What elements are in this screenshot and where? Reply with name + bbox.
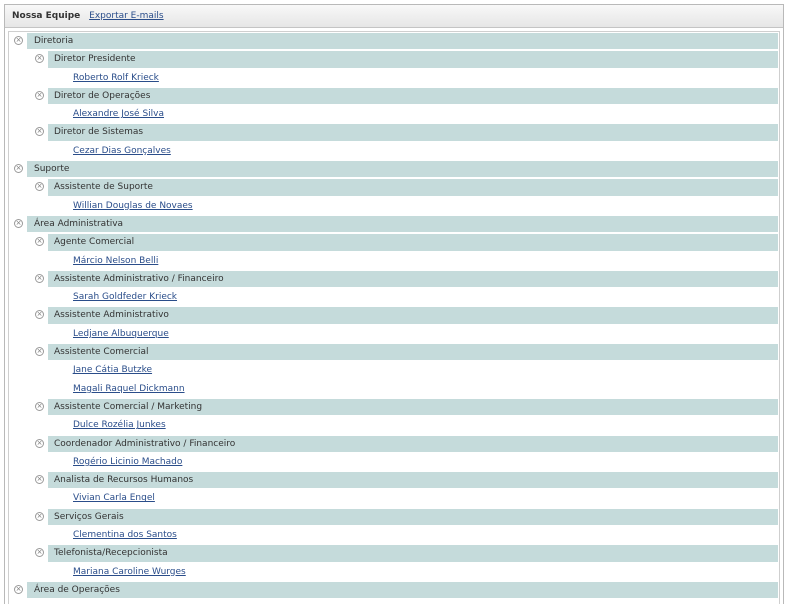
role-label: Assistente Administrativo / Financeiro — [54, 273, 224, 284]
member-row: Roberto Rolf Krieck — [9, 69, 779, 87]
collapse-icon[interactable]: × — [35, 401, 44, 411]
role-row: × Telefonista/Recepcionista — [9, 544, 779, 562]
collapse-icon[interactable]: × — [35, 475, 44, 485]
department-row: × Diretoria — [9, 32, 779, 50]
member-link[interactable]: Vivian Carla Engel — [73, 489, 155, 507]
collapse-icon[interactable]: × — [35, 127, 44, 137]
role-label: Assistente Comercial / Marketing — [54, 401, 203, 412]
member-link[interactable]: Jane Cátia Butzke — [73, 361, 152, 379]
member-row: Cezar Dias Gonçalves — [9, 142, 779, 160]
member-row: Jane Cátia Butzke — [9, 361, 779, 379]
member-row: Clementina dos Santos — [9, 526, 779, 544]
role-row: × Diretor de Operações — [9, 87, 779, 105]
department-label: Diretoria — [34, 36, 74, 46]
member-link[interactable]: Rogério Licinio Machado — [73, 453, 182, 471]
role-label: Assistente de Suporte — [54, 182, 153, 193]
role-label: Telefonista/Recepcionista — [54, 548, 168, 559]
role-row: × Assistente Administrativo — [9, 306, 779, 324]
member-row: Sarah Goldfeder Krieck — [9, 288, 779, 306]
collapse-icon[interactable]: × — [35, 310, 44, 320]
collapse-icon[interactable]: × — [35, 273, 44, 283]
row-band — [27, 581, 778, 599]
role-label: Assistente Administrativo — [54, 310, 169, 321]
department-row: × Área Administrativa — [9, 215, 779, 233]
member-row: Vivian Carla Engel — [9, 489, 779, 507]
collapse-icon[interactable]: × — [35, 90, 44, 100]
member-row: Magali Raquel Dickmann — [9, 380, 779, 398]
role-row: × Assistente Comercial — [9, 343, 779, 361]
role-row: × Agente Comercial — [9, 233, 779, 251]
row-band — [48, 124, 778, 141]
member-link[interactable]: Márcio Nelson Belli — [73, 252, 158, 270]
member-link[interactable]: Clementina dos Santos — [73, 526, 177, 544]
member-row: Willian Douglas de Novaes — [9, 197, 779, 215]
role-row: × Diretor Presidente — [9, 50, 779, 68]
row-band — [48, 344, 778, 361]
collapse-icon[interactable]: × — [35, 548, 44, 558]
export-emails-link[interactable]: Exportar E-mails — [89, 11, 163, 21]
member-link[interactable]: Dulce Rozélia Junkes — [73, 416, 166, 434]
role-row: × Assistente Comercial / Marketing — [9, 398, 779, 416]
role-row: × Serviços Gerais — [9, 508, 779, 526]
row-band — [27, 33, 778, 50]
collapse-icon[interactable]: × — [35, 54, 44, 64]
collapse-icon[interactable]: × — [35, 237, 44, 247]
member-row: Dulce Rozélia Junkes — [9, 416, 779, 434]
row-band — [48, 234, 778, 251]
row-band — [48, 51, 778, 68]
row-band — [27, 215, 778, 233]
row-band — [48, 87, 778, 105]
collapse-icon[interactable]: × — [35, 182, 44, 192]
department-label: Área Administrativa — [34, 218, 124, 229]
team-tree: × Diretoria × Diretor Presidente Roberto Rol… — [8, 31, 780, 604]
member-row: Mariana Caroline Wurges — [9, 563, 779, 581]
department-row: × Suporte — [9, 160, 779, 178]
member-link[interactable]: Willian Douglas de Novaes — [73, 197, 193, 215]
collapse-icon[interactable]: × — [35, 347, 44, 357]
role-row: × Analista de Recursos Humanos — [9, 471, 779, 489]
collapse-icon[interactable]: × — [14, 218, 23, 228]
role-label: Diretor Presidente — [54, 54, 136, 65]
member-link[interactable]: Ledjane Albuquerque — [73, 325, 169, 343]
department-label: Área de Operações — [34, 584, 120, 595]
role-label: Coordenador Administrativo / Financeiro — [54, 438, 236, 449]
collapse-icon[interactable]: × — [35, 438, 44, 448]
row-band — [48, 179, 778, 196]
member-link[interactable]: Alexandre José Silva — [73, 105, 164, 123]
role-label: Analista de Recursos Humanos — [54, 475, 194, 486]
page-title: Nossa Equipe — [12, 11, 81, 21]
collapse-icon[interactable]: × — [14, 584, 23, 594]
panel-header: Nossa Equipe Exportar E-mails — [5, 5, 783, 28]
role-row: × Assistente Administrativo / Financeiro — [9, 270, 779, 288]
role-label: Diretor de Sistemas — [54, 127, 144, 138]
member-link[interactable]: Mariana Caroline Wurges — [73, 563, 186, 581]
collapse-icon[interactable]: × — [14, 36, 23, 45]
role-row: × Diretor de Sistemas — [9, 123, 779, 141]
role-label: Agente Comercial — [54, 237, 135, 248]
member-link[interactable]: Magali Raquel Dickmann — [73, 380, 185, 398]
row-band — [27, 161, 778, 178]
role-label: Diretor de Operações — [54, 90, 151, 101]
team-panel: Nossa Equipe Exportar E-mails × Diretoria… — [4, 4, 784, 604]
role-row: × Assistente de Suporte — [9, 178, 779, 196]
role-label: Serviços Gerais — [54, 511, 124, 522]
collapse-icon[interactable]: × — [14, 164, 23, 174]
collapse-icon[interactable]: × — [35, 511, 44, 521]
department-row: × Área de Operações — [9, 581, 779, 599]
member-row: Ledjane Albuquerque — [9, 325, 779, 343]
member-row: Márcio Nelson Belli — [9, 252, 779, 270]
role-label: Assistente Comercial — [54, 347, 149, 358]
member-link[interactable]: Roberto Rolf Krieck — [73, 69, 159, 87]
member-link[interactable]: Cezar Dias Gonçalves — [73, 142, 171, 160]
role-row: × Coordenador Administrativo / Financeiro — [9, 435, 779, 453]
department-label: Suporte — [34, 164, 70, 175]
member-row: Rogério Licinio Machado — [9, 453, 779, 471]
row-band — [48, 508, 778, 526]
member-link[interactable]: Sarah Goldfeder Krieck — [73, 288, 177, 306]
member-row: Alexandre José Silva — [9, 105, 779, 123]
